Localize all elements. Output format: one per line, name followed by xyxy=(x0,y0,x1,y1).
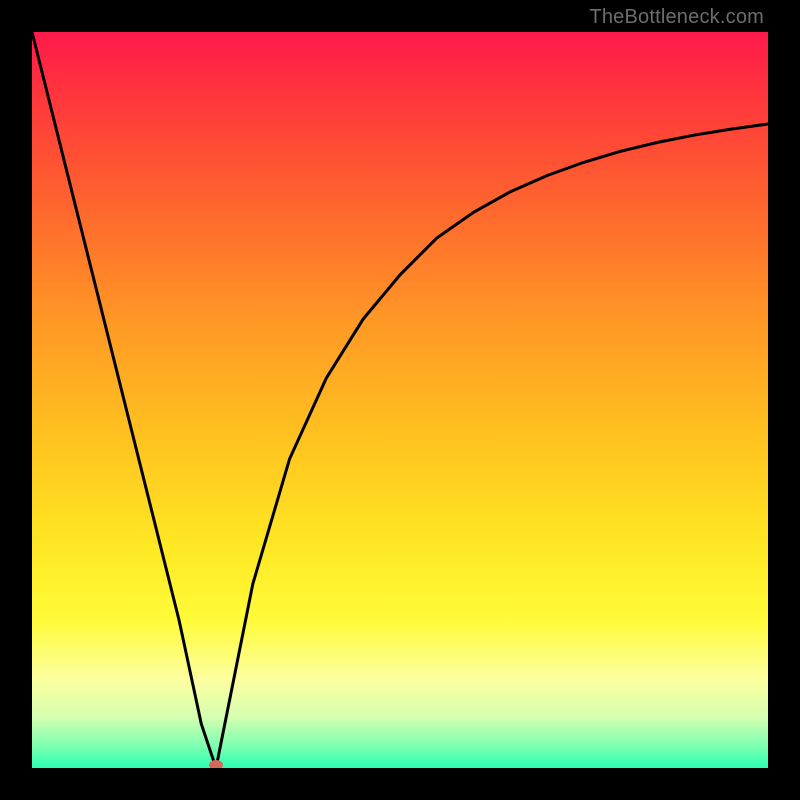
curve-left-branch xyxy=(32,32,216,768)
minimum-marker xyxy=(209,760,223,768)
watermark-text: TheBottleneck.com xyxy=(589,6,764,29)
chart-frame: TheBottleneck.com xyxy=(0,0,800,800)
curve-layer xyxy=(32,32,768,768)
curve-right-branch xyxy=(216,124,768,768)
plot-area xyxy=(32,32,768,768)
